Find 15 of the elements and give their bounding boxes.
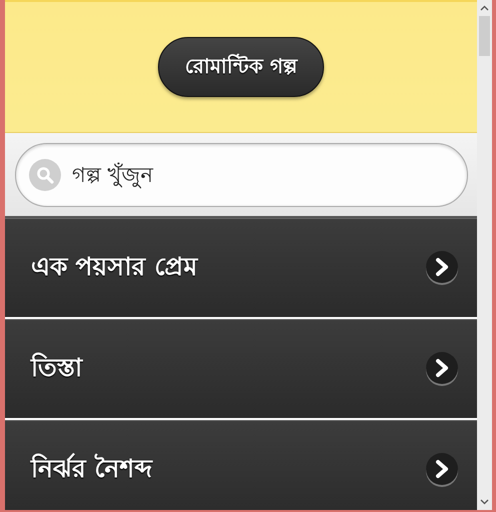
story-item[interactable]: নির্ঝর নৈশব্দ — [5, 420, 477, 510]
story-item[interactable]: তিস্তা — [5, 319, 477, 418]
story-title: তিস্তা — [31, 352, 82, 384]
scroll-down-icon[interactable] — [480, 499, 489, 505]
chevron-right-icon — [425, 351, 459, 387]
story-title: নির্ঝর নৈশব্দ — [31, 452, 153, 484]
scroll-up-icon[interactable] — [480, 5, 489, 11]
chevron-right-icon — [425, 250, 459, 286]
chevron-right-icon — [425, 452, 459, 488]
story-title: এক পয়সার প্রেম — [31, 250, 198, 282]
search-icon — [29, 159, 61, 191]
search-field[interactable]: গল্প খুঁজুন — [15, 143, 468, 207]
title-button[interactable]: রোমান্টিক গল্প — [158, 37, 324, 97]
story-item[interactable]: এক পয়সার প্রেম — [5, 218, 477, 317]
scrollbar-thumb[interactable] — [479, 16, 490, 56]
